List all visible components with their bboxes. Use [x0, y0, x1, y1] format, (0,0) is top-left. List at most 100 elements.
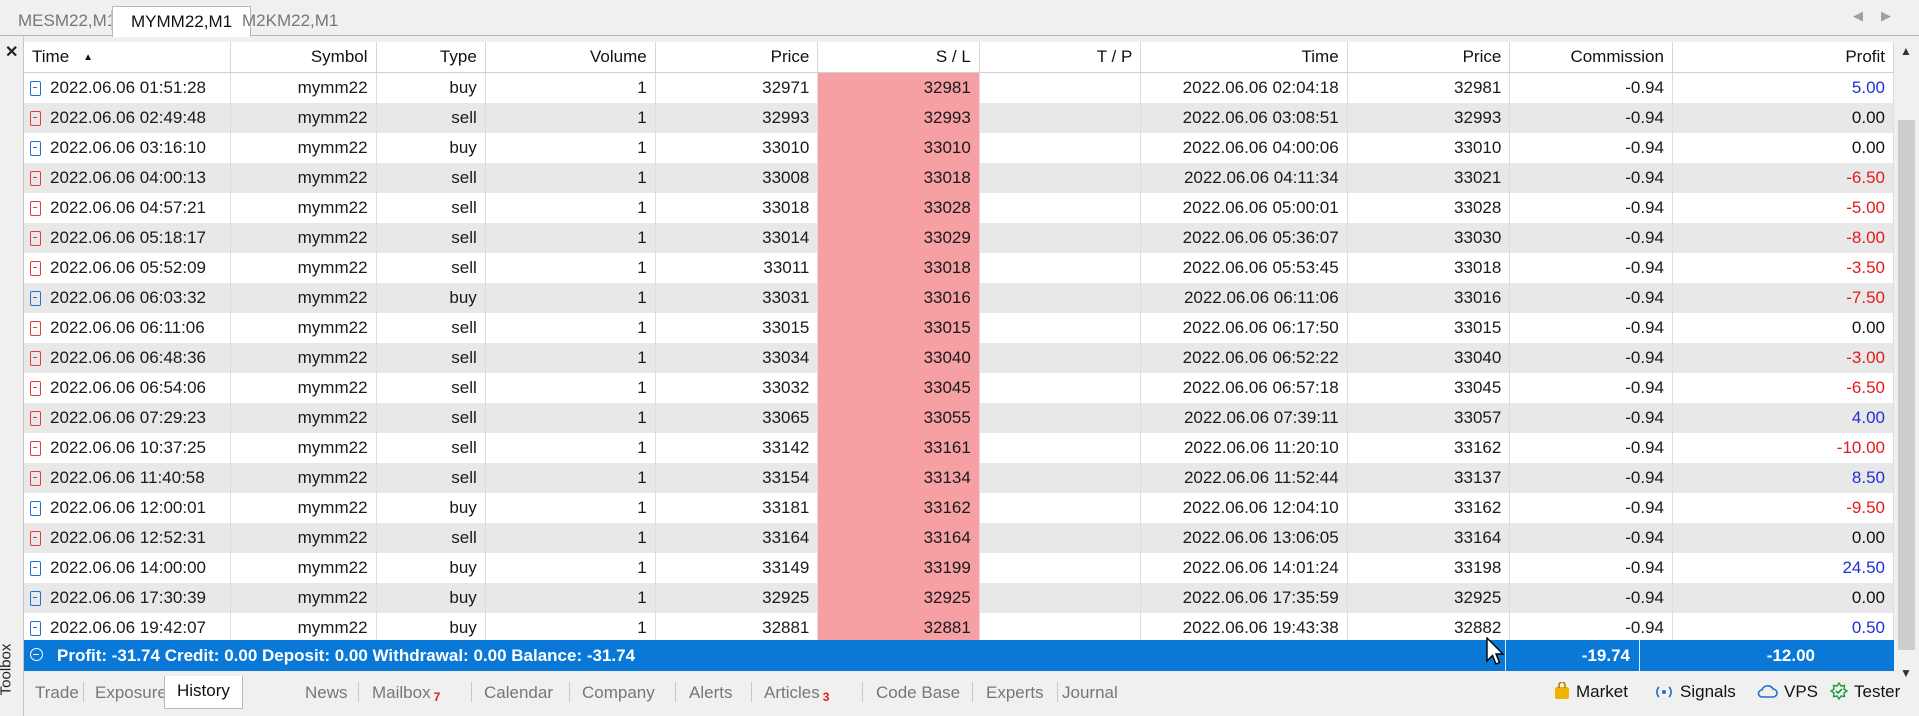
table-row[interactable]: 2022.06.06 12:00:01 mymm22 buy 1 33181 33162 2… — [24, 492, 1895, 523]
table-row[interactable]: 2022.06.06 01:51:28 mymm22 buy 1 32971 32981 2… — [24, 72, 1895, 103]
cell-price: 33149 — [655, 552, 819, 583]
table-row[interactable]: 2022.06.06 05:18:17 mymm22 sell 1 33014 33029… — [24, 222, 1895, 253]
cell-symbol: mymm22 — [230, 402, 377, 433]
cell-type: sell — [376, 462, 486, 493]
cell-close-time: 2022.06.06 11:52:44 — [1140, 462, 1348, 493]
table-row[interactable]: 2022.06.06 04:00:13 mymm22 sell 1 33008 33018… — [24, 162, 1895, 193]
cell-sl: 33040 — [817, 342, 980, 373]
table-row[interactable]: 2022.06.06 02:49:48 mymm22 sell 1 32993 32993… — [24, 102, 1895, 133]
column-header-profit[interactable]: Profit — [1672, 42, 1895, 73]
column-header-symbol[interactable]: Symbol — [230, 42, 377, 73]
cell-volume: 1 — [485, 162, 656, 193]
cell-commission: -0.94 — [1509, 162, 1673, 193]
close-icon[interactable]: ✕ — [5, 42, 18, 62]
cell-tp — [979, 342, 1142, 373]
table-row[interactable]: 2022.06.06 19:42:07 mymm22 buy 1 32881 32881 2… — [24, 612, 1895, 643]
cell-volume: 1 — [485, 312, 656, 343]
tab-divider — [675, 682, 676, 702]
tab-exposure[interactable]: Exposure — [95, 678, 167, 708]
cell-symbol: mymm22 — [230, 72, 377, 103]
signal-icon — [1656, 686, 1672, 698]
column-header-close-time[interactable]: Time — [1140, 42, 1348, 73]
history-table: Time ▲ Symbol Type Volume Price S / L T /… — [24, 42, 1895, 643]
vertical-scrollbar[interactable]: ▲ ▼ — [1894, 42, 1919, 682]
cell-time-text: 2022.06.06 12:00:01 — [50, 497, 206, 517]
tab-articles[interactable]: Articles 3 — [764, 678, 829, 708]
tab-company[interactable]: Company — [582, 678, 655, 708]
cell-tp — [979, 312, 1142, 343]
table-row[interactable]: 2022.06.06 06:11:06 mymm22 sell 1 33015 33015… — [24, 312, 1895, 343]
chart-tab-m2km22[interactable]: M2KM22,M1 — [224, 6, 356, 36]
column-header-close-price[interactable]: Price — [1347, 42, 1511, 73]
cell-close-price: 32925 — [1347, 582, 1511, 613]
cell-profit: 0.00 — [1672, 102, 1895, 133]
tab-mailbox[interactable]: Mailbox 7 — [372, 678, 440, 708]
sell-deal-icon — [30, 530, 41, 546]
cell-profit: -10.00 — [1672, 432, 1895, 463]
column-header-commission[interactable]: Commission — [1509, 42, 1673, 73]
collapse-icon[interactable] — [30, 648, 43, 661]
cell-time: 2022.06.06 04:00:13 — [24, 162, 231, 193]
cell-volume: 1 — [485, 402, 656, 433]
tab-trade[interactable]: Trade — [35, 678, 79, 708]
cell-time: 2022.06.06 06:54:06 — [24, 372, 231, 403]
market-button[interactable]: Market — [1554, 682, 1628, 702]
column-header-sl[interactable]: S / L — [817, 42, 980, 73]
signals-button[interactable]: Signals — [1654, 682, 1736, 702]
tab-journal[interactable]: Journal — [1062, 678, 1118, 708]
table-row[interactable]: 2022.06.06 04:57:21 mymm22 sell 1 33018 33028… — [24, 192, 1895, 223]
cell-time-text: 2022.06.06 04:00:13 — [50, 167, 206, 187]
cloud-icon — [1757, 685, 1778, 698]
tab-history[interactable]: History — [164, 676, 243, 709]
cell-profit: 0.00 — [1672, 582, 1895, 613]
cell-close-price: 33164 — [1347, 522, 1511, 553]
tab-experts[interactable]: Experts — [986, 678, 1044, 708]
cell-price: 33164 — [655, 522, 819, 553]
sell-deal-icon — [30, 470, 41, 486]
table-row[interactable]: 2022.06.06 11:40:58 mymm22 sell 1 33154 33134… — [24, 462, 1895, 493]
tab-code-base[interactable]: Code Base — [876, 678, 960, 708]
scroll-down-icon[interactable]: ▼ — [1900, 666, 1912, 680]
tester-button[interactable]: Tester — [1830, 682, 1900, 702]
cell-price: 33015 — [655, 312, 819, 343]
table-row[interactable]: 2022.06.06 06:48:36 mymm22 sell 1 33034 33040… — [24, 342, 1895, 373]
table-row[interactable]: 2022.06.06 14:00:00 mymm22 buy 1 33149 33199 2… — [24, 552, 1895, 583]
tab-news[interactable]: News — [305, 678, 348, 708]
cell-time: 2022.06.06 11:40:58 — [24, 462, 231, 493]
scrollbar-thumb[interactable] — [1898, 120, 1915, 650]
cell-close-price: 33057 — [1347, 402, 1511, 433]
buy-deal-icon — [30, 80, 41, 96]
cell-commission: -0.94 — [1509, 522, 1673, 553]
cell-close-price: 32981 — [1347, 72, 1511, 103]
tab-alerts[interactable]: Alerts — [689, 678, 732, 708]
table-row[interactable]: 2022.06.06 10:37:25 mymm22 sell 1 33142 33161… — [24, 432, 1895, 463]
column-header-type[interactable]: Type — [376, 42, 486, 73]
cell-type: buy — [376, 552, 486, 583]
scroll-up-icon[interactable]: ▲ — [1900, 44, 1912, 58]
column-header-price[interactable]: Price — [655, 42, 819, 73]
column-header-tp[interactable]: T / P — [979, 42, 1142, 73]
table-row[interactable]: 2022.06.06 06:54:06 mymm22 sell 1 33032 33045… — [24, 372, 1895, 403]
table-row[interactable]: 2022.06.06 03:16:10 mymm22 buy 1 33010 33010 2… — [24, 132, 1895, 163]
vps-button[interactable]: VPS — [1756, 682, 1818, 702]
cell-close-time: 2022.06.06 17:35:59 — [1140, 582, 1348, 613]
table-row[interactable]: 2022.06.06 05:52:09 mymm22 sell 1 33011 33018… — [24, 252, 1895, 283]
cell-price: 33142 — [655, 432, 819, 463]
cell-commission: -0.94 — [1509, 582, 1673, 613]
buy-deal-icon — [30, 590, 41, 606]
table-row[interactable]: 2022.06.06 06:03:32 mymm22 buy 1 33031 33016 2… — [24, 282, 1895, 313]
table-row[interactable]: 2022.06.06 07:29:23 mymm22 sell 1 33065 33055… — [24, 402, 1895, 433]
column-header-time[interactable]: Time ▲ — [24, 42, 231, 73]
toolbox-label[interactable]: Toolbox — [0, 636, 24, 706]
cell-volume: 1 — [485, 522, 656, 553]
cell-commission: -0.94 — [1509, 342, 1673, 373]
table-row[interactable]: 2022.06.06 12:52:31 mymm22 sell 1 33164 33164… — [24, 522, 1895, 553]
cell-symbol: mymm22 — [230, 132, 377, 163]
table-row[interactable]: 2022.06.06 17:30:39 mymm22 buy 1 32925 32925 2… — [24, 582, 1895, 613]
tab-scroll-arrows[interactable]: ◀▶ — [1853, 8, 1909, 24]
cell-sl: 32981 — [817, 72, 980, 103]
tab-calendar[interactable]: Calendar — [484, 678, 553, 708]
cell-sl: 33018 — [817, 162, 980, 193]
column-header-volume[interactable]: Volume — [485, 42, 656, 73]
cell-close-price: 33021 — [1347, 162, 1511, 193]
